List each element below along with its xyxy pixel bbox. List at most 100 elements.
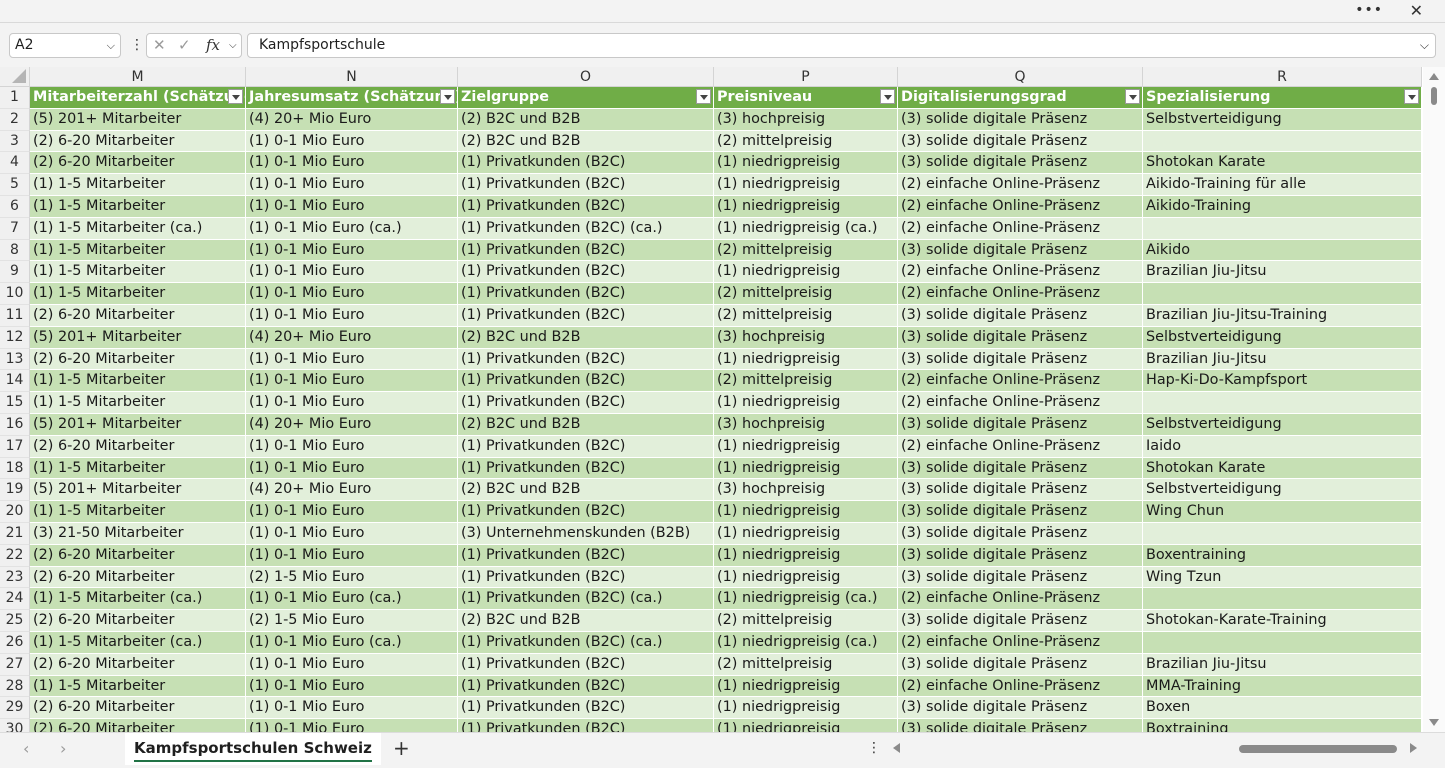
table-cell[interactable]: (1) Privatkunden (B2C) (ca.)	[458, 632, 714, 654]
table-cell[interactable]: (3) solide digitale Präsenz	[898, 479, 1143, 502]
table-header-cell[interactable]: Zielgruppe	[458, 87, 714, 109]
table-cell[interactable]: (1) niedrigpreisig	[714, 566, 898, 589]
table-header-cell[interactable]: Jahresumsatz (Schätzung)	[246, 87, 458, 109]
table-cell[interactable]: (3) solide digitale Präsenz	[898, 566, 1143, 589]
table-cell[interactable]: (1) 1-5 Mitarbeiter	[30, 392, 246, 414]
table-cell[interactable]: (1) niedrigpreisig	[714, 435, 898, 458]
table-cell[interactable]: (2) einfache Online-Präsenz	[898, 392, 1143, 414]
column-header-q[interactable]: Q	[898, 67, 1143, 87]
table-cell[interactable]: (2) 6-20 Mitarbeiter	[30, 697, 246, 720]
table-cell[interactable]: (2) mittelpreisig	[714, 370, 898, 393]
table-cell[interactable]: (2) B2C und B2B	[458, 610, 714, 632]
row-header[interactable]: 17	[0, 435, 30, 458]
table-cell[interactable]: MMA-Training	[1143, 675, 1422, 698]
table-cell[interactable]: (2) B2C und B2B	[458, 479, 714, 502]
table-cell[interactable]	[1143, 283, 1422, 305]
table-cell[interactable]: (2) einfache Online-Präsenz	[898, 435, 1143, 458]
table-cell[interactable]: Boxen	[1143, 697, 1422, 720]
table-cell[interactable]: (1) 0-1 Mio Euro	[246, 370, 458, 393]
row-header[interactable]: 8	[0, 239, 30, 262]
filter-dropdown-icon[interactable]	[1125, 89, 1140, 104]
row-header[interactable]: 6	[0, 196, 30, 218]
table-cell[interactable]: (1) Privatkunden (B2C)	[458, 392, 714, 414]
table-cell[interactable]: (1) niedrigpreisig	[714, 152, 898, 175]
table-cell[interactable]: (1) niedrigpreisig	[714, 457, 898, 480]
table-cell[interactable]: (2) einfache Online-Präsenz	[898, 675, 1143, 698]
table-header-cell[interactable]: Digitalisierungsgrad	[898, 87, 1143, 109]
table-cell[interactable]: (1) Privatkunden (B2C)	[458, 719, 714, 732]
row-header[interactable]: 18	[0, 457, 30, 480]
table-cell[interactable]: (3) Unternehmenskunden (B2B)	[458, 523, 714, 545]
table-cell[interactable]: (2) einfache Online-Präsenz	[898, 261, 1143, 284]
table-cell[interactable]	[1143, 130, 1422, 153]
filter-dropdown-icon[interactable]	[696, 89, 711, 104]
table-header-cell[interactable]: Preisniveau	[714, 87, 898, 109]
row-header[interactable]: 28	[0, 675, 30, 698]
table-cell[interactable]: (3) solide digitale Präsenz	[898, 239, 1143, 262]
table-cell[interactable]: (1) 0-1 Mio Euro	[246, 130, 458, 153]
table-cell[interactable]: (3) solide digitale Präsenz	[898, 108, 1143, 131]
table-cell[interactable]: (1) niedrigpreisig	[714, 196, 898, 218]
table-cell[interactable]: Brazilian Jiu-Jitsu	[1143, 261, 1422, 284]
scroll-thumb[interactable]	[1431, 87, 1437, 105]
sheet-tab-active[interactable]: Kampfsportschulen Schweiz	[125, 733, 381, 765]
table-cell[interactable]: (2) 6-20 Mitarbeiter	[30, 152, 246, 175]
table-cell[interactable]: (1) niedrigpreisig (ca.)	[714, 632, 898, 654]
table-cell[interactable]: (1) 0-1 Mio Euro	[246, 196, 458, 218]
table-cell[interactable]: (3) solide digitale Präsenz	[898, 326, 1143, 349]
table-cell[interactable]: Selbstverteidigung	[1143, 326, 1422, 349]
row-header[interactable]: 10	[0, 283, 30, 305]
table-cell[interactable]	[1143, 217, 1422, 240]
chevron-down-icon[interactable]: ⌵	[229, 40, 237, 51]
table-cell[interactable]	[1143, 588, 1422, 611]
table-cell[interactable]: Iaido	[1143, 435, 1422, 458]
table-cell[interactable]: (1) niedrigpreisig	[714, 392, 898, 414]
table-cell[interactable]: (1) 0-1 Mio Euro	[246, 523, 458, 545]
row-header[interactable]: 24	[0, 588, 30, 611]
cancel-icon[interactable]: ✕	[153, 36, 166, 54]
table-header-cell[interactable]: Spezialisierung	[1143, 87, 1422, 109]
table-cell[interactable]: (4) 20+ Mio Euro	[246, 414, 458, 436]
table-cell[interactable]: (1) niedrigpreisig	[714, 675, 898, 698]
table-cell[interactable]: (1) 1-5 Mitarbeiter	[30, 675, 246, 698]
table-cell[interactable]: (1) niedrigpreisig (ca.)	[714, 217, 898, 240]
row-header[interactable]: 22	[0, 544, 30, 567]
table-cell[interactable]: (2) 6-20 Mitarbeiter	[30, 719, 246, 732]
table-cell[interactable]: (3) solide digitale Präsenz	[898, 501, 1143, 523]
table-cell[interactable]: (1) 0-1 Mio Euro	[246, 152, 458, 175]
prev-sheet-icon[interactable]: ‹	[23, 739, 29, 758]
row-header[interactable]: 12	[0, 326, 30, 349]
table-cell[interactable]: (2) 6-20 Mitarbeiter	[30, 653, 246, 676]
table-cell[interactable]: (2) mittelpreisig	[714, 305, 898, 327]
table-cell[interactable]: (2) B2C und B2B	[458, 108, 714, 131]
table-cell[interactable]: Selbstverteidigung	[1143, 479, 1422, 502]
filter-dropdown-icon[interactable]	[880, 89, 895, 104]
table-cell[interactable]: (1) Privatkunden (B2C)	[458, 435, 714, 458]
table-cell[interactable]: Wing Chun	[1143, 501, 1422, 523]
table-cell[interactable]: (1) 1-5 Mitarbeiter (ca.)	[30, 588, 246, 611]
table-cell[interactable]: (3) hochpreisig	[714, 326, 898, 349]
table-cell[interactable]: (1) Privatkunden (B2C) (ca.)	[458, 588, 714, 611]
table-cell[interactable]: (2) 6-20 Mitarbeiter	[30, 610, 246, 632]
table-cell[interactable]: (4) 20+ Mio Euro	[246, 326, 458, 349]
table-cell[interactable]	[1143, 523, 1422, 545]
row-header[interactable]: 1	[0, 87, 30, 109]
vertical-scrollbar[interactable]	[1423, 67, 1445, 732]
table-cell[interactable]: (2) mittelpreisig	[714, 130, 898, 153]
table-cell[interactable]: (1) 0-1 Mio Euro	[246, 239, 458, 262]
table-cell[interactable]: (1) 0-1 Mio Euro	[246, 719, 458, 732]
table-cell[interactable]: (1) niedrigpreisig	[714, 544, 898, 567]
filter-dropdown-icon[interactable]	[228, 89, 243, 104]
table-cell[interactable]: (1) Privatkunden (B2C)	[458, 697, 714, 720]
table-cell[interactable]: (1) niedrigpreisig	[714, 719, 898, 732]
table-cell[interactable]: (1) 0-1 Mio Euro	[246, 392, 458, 414]
expand-formula-icon[interactable]: ⌵	[1420, 34, 1429, 57]
table-cell[interactable]: (1) 0-1 Mio Euro	[246, 653, 458, 676]
table-cell[interactable]: (2) 6-20 Mitarbeiter	[30, 130, 246, 153]
table-cell[interactable]: (1) 1-5 Mitarbeiter	[30, 196, 246, 218]
table-cell[interactable]	[1143, 632, 1422, 654]
table-cell[interactable]: Brazilian Jiu-Jitsu	[1143, 653, 1422, 676]
table-cell[interactable]: (1) 1-5 Mitarbeiter	[30, 283, 246, 305]
table-cell[interactable]: (3) solide digitale Präsenz	[898, 152, 1143, 175]
table-cell[interactable]: (1) 1-5 Mitarbeiter (ca.)	[30, 632, 246, 654]
